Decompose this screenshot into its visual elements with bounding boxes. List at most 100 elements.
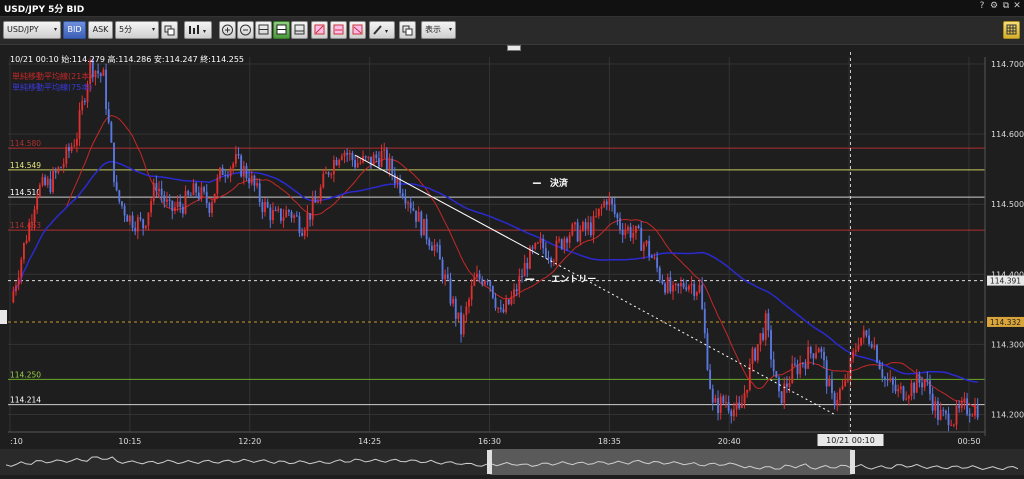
display-menu-button[interactable]: 表示 ▾: [421, 21, 456, 39]
pen-button[interactable]: ▾: [369, 21, 395, 39]
panel-button[interactable]: [291, 21, 308, 39]
copy-chart-button[interactable]: [161, 21, 178, 39]
chart-area[interactable]: 114.580 114.549 114.510 114.463 114.250 114.2…: [0, 52, 1024, 475]
candle-body: [854, 349, 857, 352]
zoom-in-button[interactable]: [219, 21, 236, 39]
candle-body: [865, 330, 868, 336]
candle-body: [282, 217, 285, 221]
level-label: 114.214: [10, 396, 41, 405]
candle-body: [168, 199, 171, 201]
draw-tool-1-button[interactable]: [311, 21, 328, 39]
candle-body: [174, 207, 176, 212]
candle-body: [388, 159, 391, 170]
candle-body: [521, 276, 523, 278]
candle-body: [783, 383, 786, 404]
legend-ma-long: 単純移動平均線(75本): [12, 82, 92, 92]
draw-tool-2-button[interactable]: [330, 21, 347, 39]
candle-body: [481, 279, 484, 285]
time-tick-label: :10: [10, 437, 23, 446]
price-tag-label: 114.391: [990, 277, 1021, 286]
candle-body: [144, 225, 147, 229]
candle-body: [396, 178, 399, 184]
candle-body: [899, 386, 902, 390]
candle-body: [409, 202, 412, 209]
candle-body: [828, 379, 831, 387]
fib-tool-icon: [352, 24, 363, 35]
legend-ma-short: 単純移動平均線(21本): [12, 71, 92, 81]
candle-body: [468, 299, 470, 307]
candle-body: [952, 424, 955, 426]
candle-body: [775, 371, 778, 378]
time-tick-label: 12:20: [238, 437, 261, 446]
gear-icon[interactable]: ⚙: [988, 1, 1000, 11]
candle-body: [701, 285, 704, 310]
candle-body: [483, 281, 486, 285]
candle-body: [301, 232, 304, 236]
candle-body: [923, 379, 926, 388]
candle-body: [937, 401, 939, 420]
screenshot-button[interactable]: [399, 21, 416, 39]
close-icon[interactable]: ✕: [1011, 1, 1023, 11]
candle-body: [820, 348, 823, 352]
candle-body: [788, 383, 791, 387]
candle-body: [46, 178, 49, 185]
candle-body: [152, 183, 155, 202]
candle-body: [886, 379, 889, 381]
ask-button[interactable]: ASK: [88, 21, 113, 39]
candle-body: [780, 391, 783, 404]
candle-body: [881, 369, 884, 378]
zoom-out-button[interactable]: [237, 21, 254, 39]
collapse-handle[interactable]: [507, 45, 521, 51]
candle-body: [457, 312, 460, 319]
candle-body: [187, 191, 190, 195]
candle-body: [576, 222, 579, 242]
candle-body: [70, 146, 73, 152]
title-bar: USD/JPY 5分 BID ? ⚙ ⧉ ✕: [0, 0, 1024, 17]
timeframe-select[interactable]: 5分 ▾: [115, 21, 159, 39]
candle-body: [876, 345, 878, 363]
layout-button[interactable]: [255, 21, 272, 39]
candle-body: [682, 283, 685, 288]
candle-body: [725, 402, 727, 404]
price-chart[interactable]: 114.580 114.549 114.510 114.463 114.250 114.2…: [0, 52, 1024, 475]
candle-body: [430, 245, 433, 251]
candle-body: [385, 149, 388, 170]
candle-body: [868, 335, 870, 345]
grid-settings-button[interactable]: [1003, 21, 1020, 39]
candle-body: [722, 396, 725, 403]
window-title: USD/JPY 5分 BID: [4, 5, 85, 15]
draw-tool-3-button[interactable]: [349, 21, 366, 39]
candle-body: [197, 192, 200, 199]
candle-body: [611, 198, 613, 205]
candle-body: [931, 393, 934, 411]
candle-body: [290, 211, 293, 219]
candle-body: [465, 306, 468, 316]
candle-body: [166, 199, 168, 202]
chevron-down-icon: ▾: [203, 28, 206, 35]
navigator-layer: [0, 310, 1024, 475]
candle-body: [968, 413, 971, 416]
help-icon[interactable]: ?: [976, 1, 988, 11]
candle-body: [436, 244, 439, 246]
layout-active-button[interactable]: [273, 21, 290, 39]
candle-body: [764, 313, 767, 340]
candle-body: [796, 364, 799, 375]
candle-body: [645, 240, 648, 245]
candle-body: [799, 362, 802, 375]
candle-body: [78, 110, 81, 139]
grid-layer: [8, 57, 985, 432]
chevron-down-icon: ▾: [53, 26, 57, 33]
candle-body: [393, 173, 396, 184]
entry-annotation: エントリー: [551, 274, 596, 285]
candle-body: [380, 150, 383, 167]
symbol-select[interactable]: USD/JPY ▾: [3, 21, 61, 39]
chart-type-button[interactable]: ▾: [184, 21, 212, 39]
candle-body: [862, 330, 865, 338]
candle-body: [685, 287, 688, 290]
pen-icon: ▾: [373, 25, 388, 35]
bid-button[interactable]: BID: [63, 21, 86, 39]
candle-body: [264, 201, 266, 213]
candle-body: [706, 333, 709, 370]
candle-body: [412, 208, 415, 211]
candle-body: [889, 378, 892, 381]
